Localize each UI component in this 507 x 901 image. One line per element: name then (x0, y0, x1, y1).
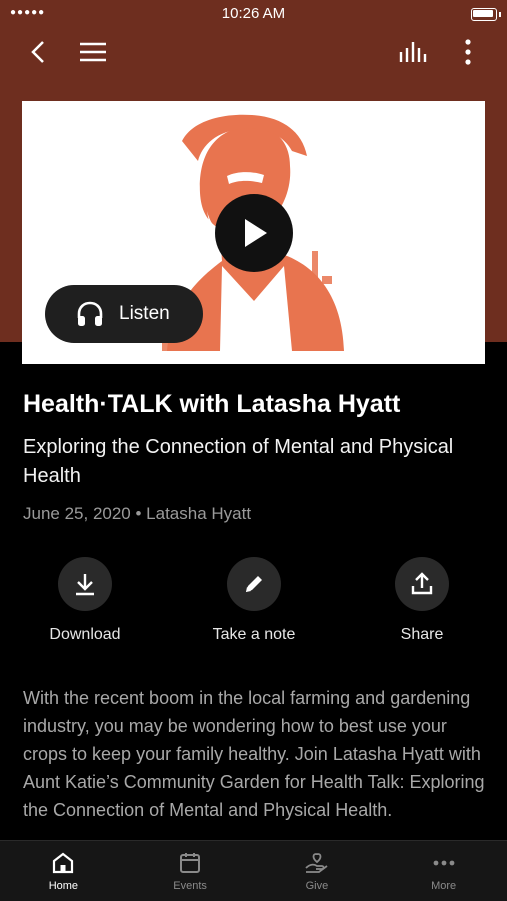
pencil-icon (246, 576, 262, 592)
tab-more-label: More (431, 880, 457, 892)
status-bar: ●●●●● 10:26 AM (0, 0, 507, 28)
tab-events-label: Events (173, 880, 207, 892)
tab-home-label: Home (48, 880, 79, 892)
tab-home[interactable]: Home (0, 841, 127, 901)
listen-button[interactable]: Listen (45, 285, 203, 343)
media-artwork[interactable]: Listen (22, 101, 485, 364)
home-icon (53, 852, 74, 874)
vertical-dots-icon (465, 39, 471, 65)
tab-give[interactable]: Give (254, 841, 381, 901)
more-horizontal-icon (433, 860, 455, 866)
take-note-button[interactable]: Take a note (194, 557, 314, 644)
equalizer-icon (399, 42, 427, 62)
headphones-icon (75, 300, 105, 328)
tab-more[interactable]: More (380, 841, 507, 901)
more-options-button[interactable] (450, 34, 486, 70)
battery-nub (499, 12, 501, 17)
battery-icon (471, 8, 497, 21)
download-icon (76, 574, 94, 596)
episode-subtitle: Exploring the Connection of Mental and P… (23, 436, 454, 487)
download-label: Download (49, 626, 121, 643)
tab-give-label: Give (305, 880, 329, 892)
take-note-circle (227, 557, 281, 611)
tab-bar: Home Events Give More (0, 840, 507, 901)
give-icon (305, 853, 328, 873)
calendar-icon (180, 853, 201, 873)
episode-meta: June 25, 2020 • Latasha Hyatt (23, 504, 252, 523)
episode-title: Health·TALK with Latasha Hyatt (23, 390, 401, 418)
tab-events[interactable]: Events (127, 841, 254, 901)
status-time: 10:26 AM (221, 5, 286, 22)
play-button[interactable] (215, 194, 293, 272)
download-button[interactable]: Download (25, 557, 145, 644)
download-circle (58, 557, 112, 611)
back-button[interactable] (20, 34, 56, 70)
listen-label: Listen (119, 303, 170, 324)
audio-settings-button[interactable] (396, 34, 432, 70)
menu-button[interactable] (75, 34, 111, 70)
share-icon (411, 572, 433, 595)
episode-description: With the recent boom in the local farmin… (23, 688, 485, 820)
play-icon (245, 219, 267, 247)
hamburger-menu-icon (80, 42, 106, 62)
chevron-left-icon (31, 41, 44, 63)
take-note-label: Take a note (212, 626, 296, 643)
share-button[interactable]: Share (362, 557, 482, 644)
share-circle (395, 557, 449, 611)
share-label: Share (400, 626, 444, 643)
